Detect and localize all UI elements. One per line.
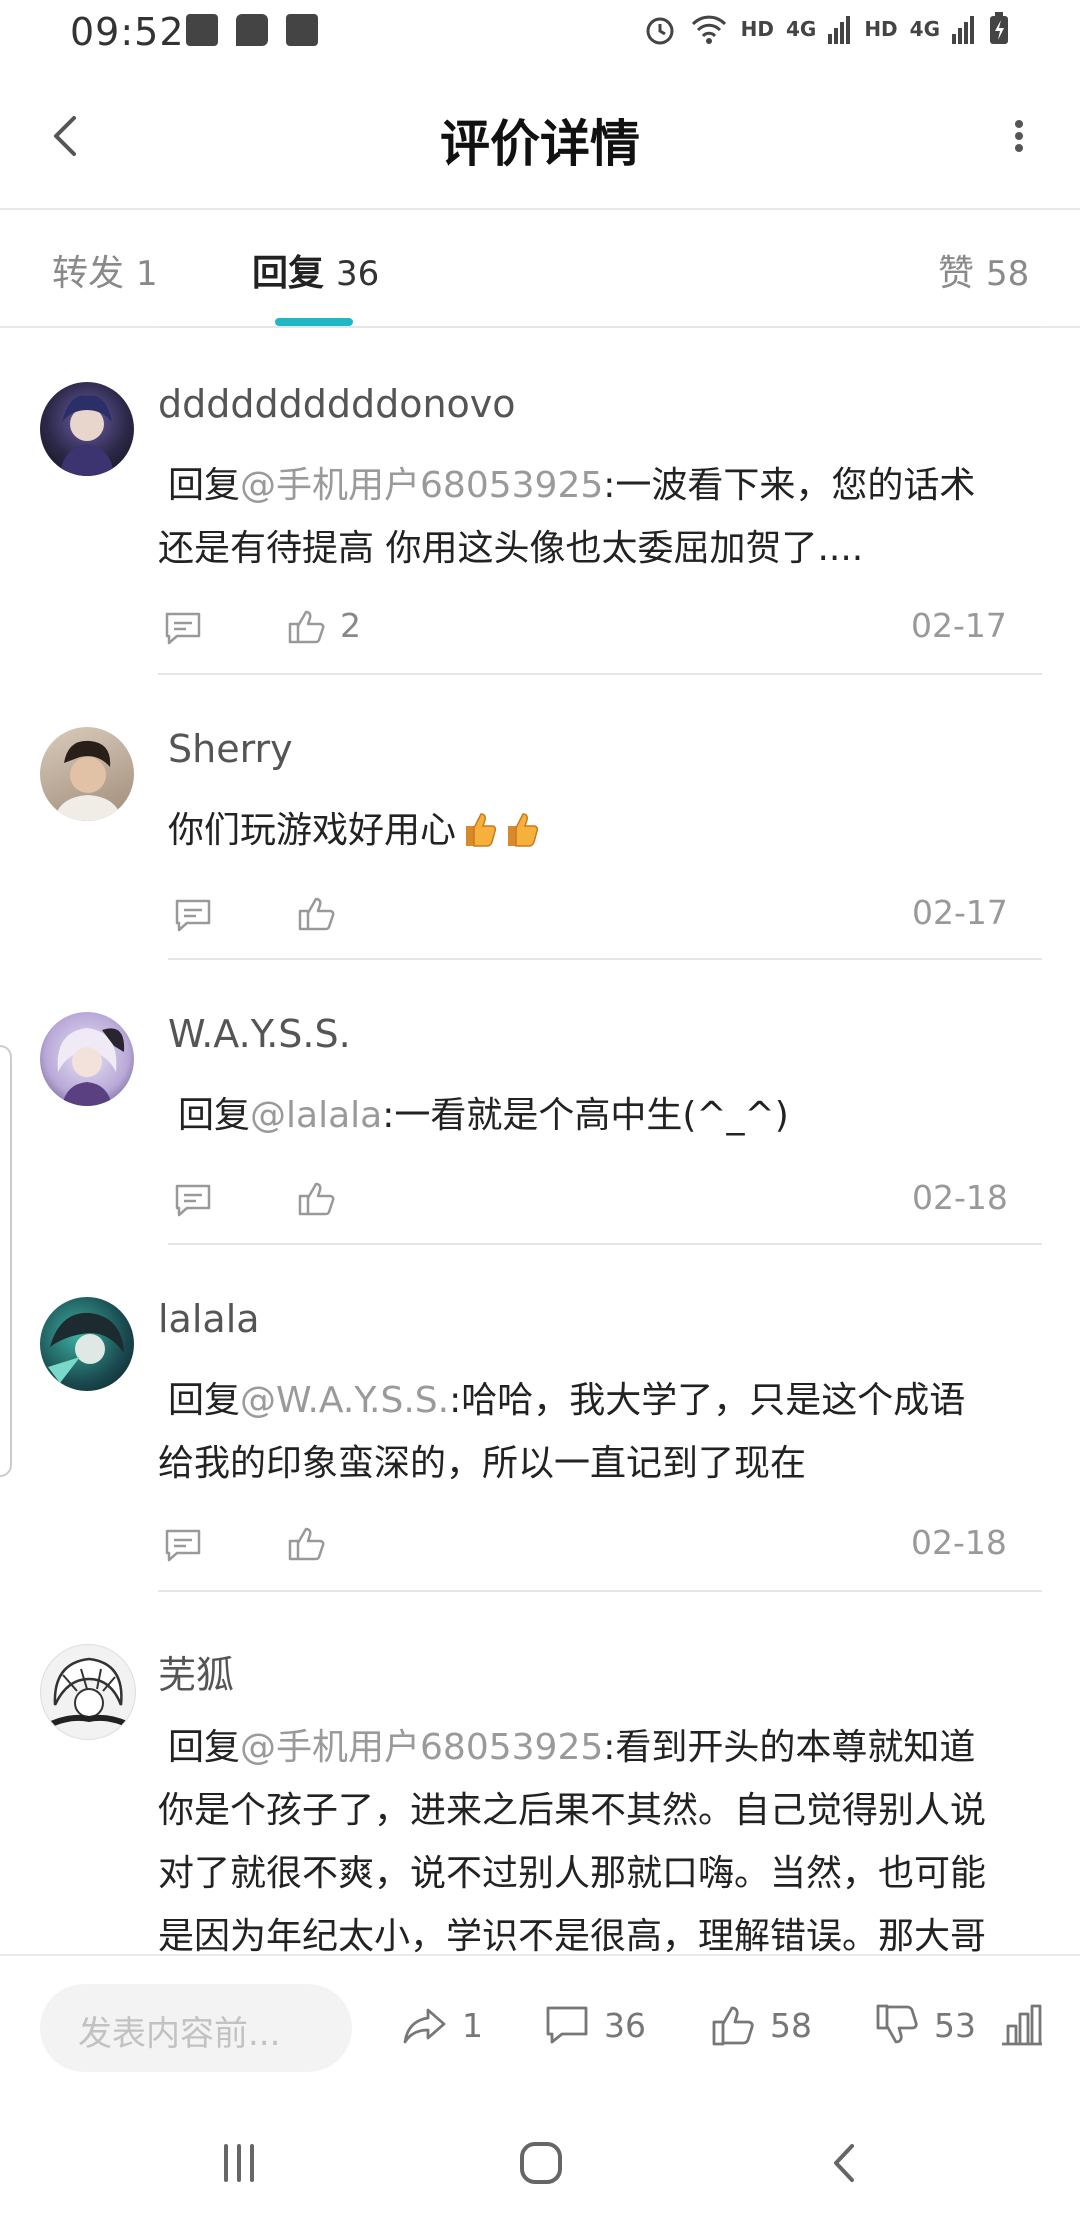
network-4g-label-2: 4G — [909, 17, 940, 41]
thumbs-up-emoji-icon — [508, 813, 539, 847]
bottom-action-bar: 发表内容前... 1 36 58 53 — [0, 1954, 1080, 2100]
comment-date: 02-17 — [911, 606, 1007, 645]
reply-icon[interactable] — [161, 1523, 205, 1567]
app-bar: 评价详情 — [0, 64, 1080, 210]
comment-text: 回复@手机用户68053925:一波看下来，您的话术 — [168, 454, 1048, 517]
comment-username[interactable]: ddddddddddonovo — [158, 382, 516, 426]
reply-prefix: 回复 — [168, 1727, 241, 1768]
tab-forward[interactable]: 转发 1 — [52, 244, 158, 296]
divider — [168, 1243, 1042, 1245]
more-vertical-icon[interactable] — [994, 106, 1044, 166]
comment-text: 回复@lalala:一看就是个高中生(^_^) — [178, 1084, 1058, 1147]
tab-bar: 转发 1 回复 36 赞 58 — [0, 210, 1080, 328]
avatar[interactable] — [40, 727, 134, 821]
avatar[interactable] — [40, 1297, 134, 1391]
avatar[interactable] — [40, 1012, 134, 1106]
active-tab-indicator — [275, 318, 353, 326]
tab-likes-count: 58 — [986, 254, 1030, 294]
comment-username[interactable]: Sherry — [168, 727, 293, 771]
comment-input[interactable]: 发表内容前... — [40, 1984, 352, 2072]
share-icon — [403, 2008, 446, 2044]
battery-charging-icon — [990, 12, 1008, 44]
home-icon[interactable] — [516, 2138, 566, 2188]
tab-replies-count: 36 — [336, 254, 380, 294]
alarm-icon — [646, 17, 674, 45]
reply-icon[interactable] — [171, 1178, 215, 1222]
status-bar: 09:52 HD 4G HD 4G — [0, 0, 1080, 64]
recents-icon[interactable] — [214, 2138, 264, 2188]
comment-input-placeholder: 发表内容前... — [78, 2014, 281, 2054]
reply-icon[interactable] — [161, 606, 205, 650]
comment-text: 回复@手机用户68053925:看到开头的本尊就知道 — [168, 1716, 1048, 1779]
mention-link[interactable]: @lalala — [250, 1095, 382, 1136]
comment-icon — [546, 2006, 588, 2044]
thumb-down-icon — [876, 2004, 918, 2044]
comment-text-continued: 是因为年纪太小，学识不是很高，理解错误。那大哥 — [158, 1916, 987, 1954]
divider — [158, 326, 1042, 328]
tab-replies-label: 回复 — [252, 253, 325, 294]
dislike-count: 53 — [934, 2006, 976, 2045]
page-title: 评价详情 — [440, 115, 640, 173]
network-4g-label: 4G — [785, 17, 817, 41]
hd-label-2: HD — [864, 17, 898, 41]
like-count: 58 — [770, 2006, 812, 2045]
thumb-up-icon[interactable] — [284, 604, 328, 648]
mention-link[interactable]: @W.A.Y.S.S. — [240, 1380, 449, 1421]
divider — [158, 1590, 1042, 1592]
comment-text-line: :哈哈，我大学了，只是这个成语 — [449, 1380, 966, 1421]
thumb-up-icon — [712, 2006, 754, 2046]
comment-text-line: :一看就是个高中生(^_^) — [382, 1095, 789, 1136]
thumbs-up-emoji-icon — [466, 813, 497, 847]
tab-forward-count: 1 — [136, 254, 158, 294]
comment-username[interactable]: W.A.Y.S.S. — [168, 1012, 351, 1056]
system-nav-bar — [0, 2098, 1080, 2220]
clock-app-icon — [286, 14, 318, 46]
comment-username[interactable]: 芜狐 — [158, 1644, 234, 1699]
edge-panel-handle[interactable] — [0, 1045, 12, 1477]
hd-label: HD — [740, 17, 774, 41]
reply-prefix: 回复 — [168, 465, 241, 506]
signal-icon-2 — [952, 16, 974, 44]
comment-text-line: :一波看下来，您的话术 — [603, 465, 976, 506]
comment-text-line: :看到开头的本尊就知道 — [603, 1727, 976, 1768]
thumb-up-icon[interactable] — [284, 1521, 328, 1565]
avatar[interactable] — [40, 1644, 136, 1740]
gallery-icon — [186, 14, 218, 46]
wifi-icon — [691, 15, 726, 44]
tab-forward-label: 转发 — [52, 253, 125, 294]
tab-replies[interactable]: 回复 36 — [252, 244, 379, 296]
stats-icon[interactable] — [998, 2000, 1046, 2048]
divider — [168, 958, 1042, 960]
thumb-up-icon[interactable] — [294, 891, 338, 935]
mention-link[interactable]: @手机用户68053925 — [240, 465, 603, 506]
mention-link[interactable]: @手机用户68053925 — [240, 1727, 603, 1768]
like-count: 2 — [340, 606, 361, 645]
share-count: 1 — [462, 2006, 483, 2045]
reply-prefix: 回复 — [168, 1380, 241, 1421]
comment-username[interactable]: lalala — [158, 1297, 260, 1341]
tab-likes[interactable]: 赞 58 — [938, 244, 1029, 296]
status-time: 09:52 — [70, 10, 185, 54]
signal-icon — [828, 16, 851, 44]
comment-text: 你们玩游戏好用心 — [168, 799, 1048, 862]
message-icon — [236, 14, 268, 46]
comment-count: 36 — [604, 2006, 646, 2045]
comment-text-line: 你们玩游戏好用心 — [168, 810, 457, 851]
comment-text-continued: 还是有待提高 你用这头像也太委屈加贺了.... — [158, 528, 864, 569]
comment-text-continued: 给我的印象蛮深的，所以一直记到了现在 — [158, 1443, 807, 1484]
reply-icon[interactable] — [171, 893, 215, 937]
divider — [158, 673, 1042, 675]
comment-date: 02-18 — [911, 1523, 1007, 1562]
comment-text-continued: 对了就很不爽，说不过别人那就口嗨。当然，也可能 — [158, 1853, 987, 1894]
comment-text: 回复@W.A.Y.S.S.:哈哈，我大学了，只是这个成语 — [168, 1369, 1048, 1432]
nav-back-icon[interactable] — [820, 2138, 870, 2188]
comment-date: 02-18 — [912, 1178, 1008, 1217]
comment-text-continued: 你是个孩子了，进来之后果不其然。自己觉得别人说 — [158, 1790, 987, 1831]
tab-likes-label: 赞 — [938, 253, 975, 294]
comment-date: 02-17 — [912, 893, 1008, 932]
reply-list[interactable]: ddddddddddonovo 回复@手机用户68053925:一波看下来，您的… — [0, 326, 1080, 1954]
reply-prefix: 回复 — [178, 1095, 251, 1136]
avatar[interactable] — [40, 382, 134, 476]
thumb-up-icon[interactable] — [294, 1176, 338, 1220]
